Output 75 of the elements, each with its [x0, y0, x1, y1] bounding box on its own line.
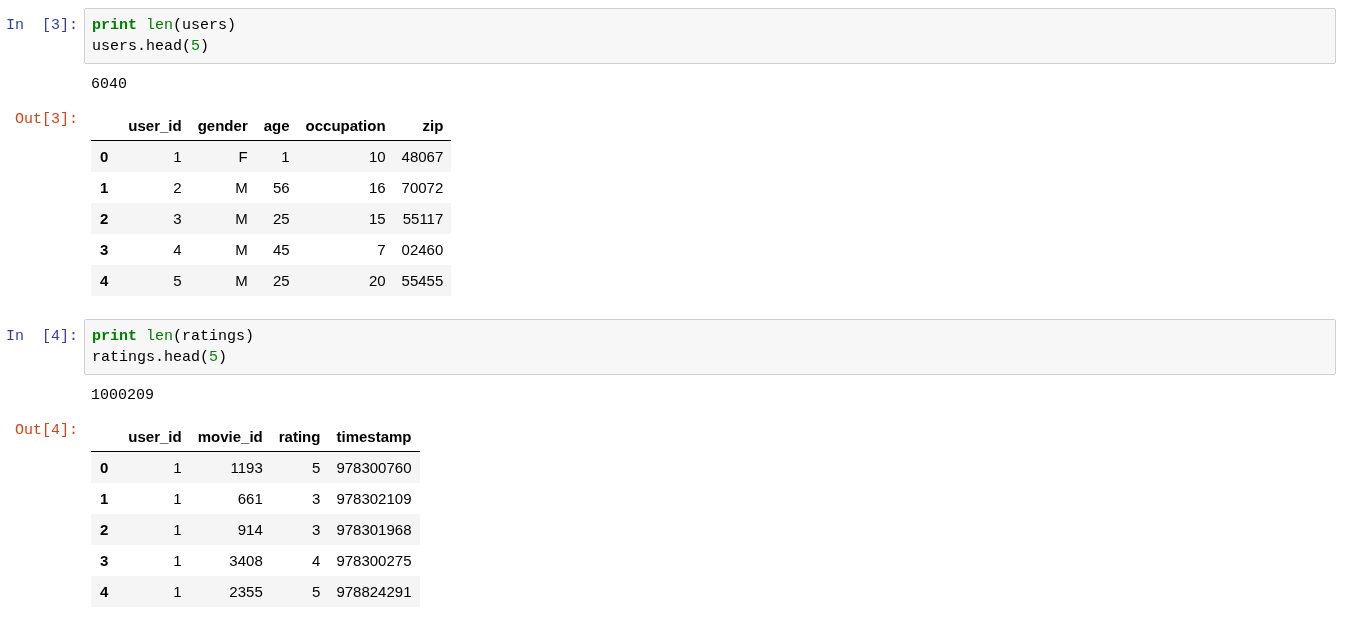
table-cell: 1 [120, 514, 190, 545]
table-cell: M [189, 203, 256, 234]
table-cell: 55117 [393, 203, 452, 234]
code-line: ratings.head(5) [92, 348, 228, 368]
table-cell: 3 [120, 203, 190, 234]
row-index: 0 [91, 451, 121, 483]
table-cell: 45 [255, 234, 298, 265]
stream-output: 6040 [91, 76, 127, 93]
table-cell: 4 [120, 234, 190, 265]
table-cell: 1 [120, 576, 190, 607]
table-cell: F [189, 140, 256, 172]
code-editor[interactable]: print len(ratings) ratings.head(5) [84, 319, 1336, 375]
table-cell: M [189, 265, 256, 296]
code-editor[interactable]: print len(users) users.head(5) [84, 8, 1336, 64]
table-cell: 56 [255, 172, 298, 203]
table-cell: 978824291 [328, 576, 420, 607]
table-cell: 5 [270, 576, 329, 607]
row-index: 0 [91, 140, 121, 172]
table-cell: 661 [189, 483, 271, 514]
column-header: movie_id [189, 421, 271, 452]
column-header: gender [189, 110, 256, 141]
row-index: 3 [91, 234, 121, 265]
table-cell: 4 [270, 545, 329, 576]
table-cell: 978300275 [328, 545, 420, 576]
table-cell: 3408 [189, 545, 271, 576]
table-cell: 1 [120, 545, 190, 576]
code-line: print len(users) [92, 16, 237, 36]
row-index: 4 [91, 265, 121, 296]
column-header: zip [393, 110, 452, 141]
row-index: 2 [91, 203, 121, 234]
row-index: 1 [91, 483, 121, 514]
table-cell: 25 [255, 265, 298, 296]
table-cell: 3 [270, 483, 329, 514]
table-cell: 1 [120, 483, 190, 514]
table-cell: 55455 [393, 265, 452, 296]
table-cell: 25 [255, 203, 298, 234]
table-cell: 5 [120, 265, 190, 296]
row-index: 4 [91, 576, 121, 607]
output-prompt: Out[4]: [15, 421, 78, 441]
row-index: 2 [91, 514, 121, 545]
stream-output: 1000209 [91, 387, 154, 404]
row-index: 1 [91, 172, 121, 203]
table-cell: 1193 [189, 451, 271, 483]
table-cell: 2 [120, 172, 190, 203]
table-cell: 20 [297, 265, 394, 296]
table-cell: 1 [120, 451, 190, 483]
table-cell: 978301968 [328, 514, 420, 545]
table-cell: 10 [297, 140, 394, 172]
column-header: age [255, 110, 298, 141]
table-cell: 15 [297, 203, 394, 234]
table-cell: M [189, 234, 256, 265]
table-cell: 16 [297, 172, 394, 203]
input-prompt: In [3]: [6, 16, 78, 36]
table-cell: 02460 [393, 234, 452, 265]
code-line: print len(ratings) [92, 327, 255, 347]
table-cell: 5 [270, 451, 329, 483]
input-prompt: In [4]: [6, 327, 78, 347]
table-cell: 978300760 [328, 451, 420, 483]
output-prompt: Out[3]: [15, 110, 78, 130]
table-cell: 978302109 [328, 483, 420, 514]
table-cell: 2355 [189, 576, 271, 607]
row-index: 3 [91, 545, 121, 576]
column-header: user_id [120, 110, 190, 141]
table-cell: 7 [297, 234, 394, 265]
table-cell: 70072 [393, 172, 452, 203]
table-cell: 914 [189, 514, 271, 545]
code-line: users.head(5) [92, 37, 210, 57]
table-cell: 1 [120, 140, 190, 172]
column-header: rating [270, 421, 329, 452]
column-header: user_id [120, 421, 190, 452]
table-cell: M [189, 172, 256, 203]
table-cell: 3 [270, 514, 329, 545]
table-cell: 48067 [393, 140, 452, 172]
column-header: occupation [297, 110, 394, 141]
column-header: timestamp [328, 421, 420, 452]
